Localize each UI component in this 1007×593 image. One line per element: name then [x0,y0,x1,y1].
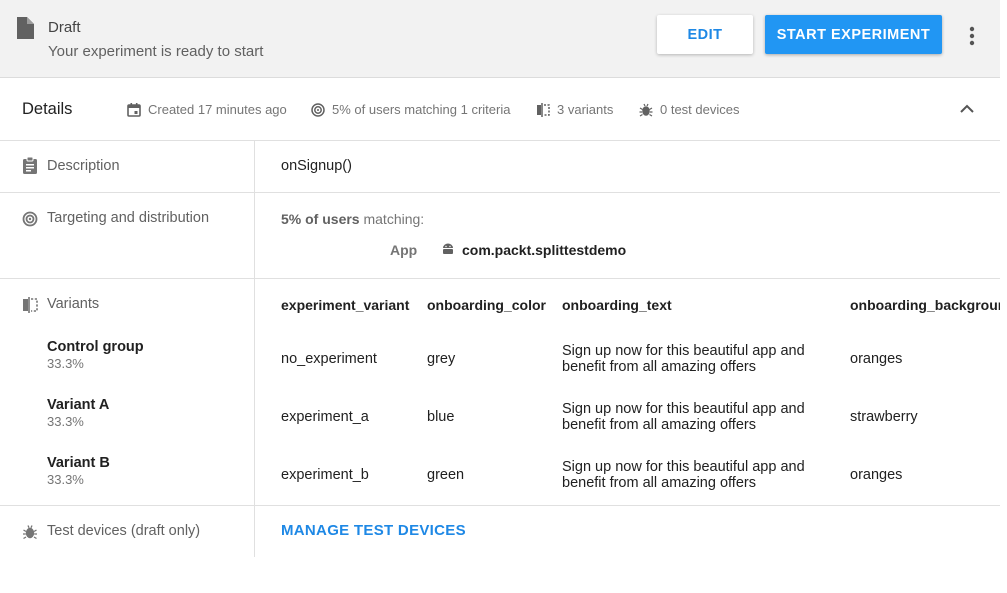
compare-icon [537,102,550,117]
details-title: Details [22,100,73,118]
app-label: App [390,242,418,258]
column-header: experiment_variant [281,297,410,313]
table-cell: Sign up now for this beautiful app and b… [562,401,805,433]
table-cell: blue [427,409,455,425]
experiment-header: Draft Your experiment is ready to start … [0,0,1000,78]
calendar-icon [127,102,141,117]
bug-icon [23,525,37,540]
manage-test-devices-link[interactable]: MANAGE TEST DEVICES [281,522,466,539]
target-icon [22,211,38,227]
clipboard-icon [23,157,37,174]
app-package: com.packt.splittestdemo [462,242,627,258]
compare-icon [23,297,38,313]
matching-text: matching: [363,211,425,227]
table-cell: green [427,467,465,483]
description-label: Description [47,158,120,174]
variant-percentage: 33.3% [47,414,84,429]
column-header: onboarding_color [427,297,546,313]
created-meta: Created 17 minutes ago [127,102,287,117]
created-text: Created 17 minutes ago [148,102,287,117]
table-cell: Sign up now for this beautiful app and b… [562,343,805,375]
variant-name: Control group [47,339,144,355]
start-experiment-button[interactable]: START EXPERIMENT [765,15,942,54]
variants-count-text: 3 variants [557,102,614,117]
test-devices-text: 0 test devices [660,102,740,117]
users-matching-text: 5% of users matching 1 criteria [332,102,511,117]
file-icon [17,17,34,39]
more-vert-icon[interactable] [962,24,982,48]
column-header: onboarding_text [562,297,672,313]
row-divider [0,505,1000,506]
table-cell: experiment_a [281,409,369,425]
targeting-summary: 5% of users matching: [281,211,424,227]
column-header: onboarding_background [850,297,1000,313]
target-icon [311,102,325,117]
variant-percentage: 33.3% [47,472,84,487]
variants-label: Variants [47,296,100,312]
table-cell: grey [427,351,456,367]
targeting-label: Targeting and distribution [47,210,210,226]
row-divider [0,278,1000,279]
table-cell: Sign up now for this beautiful app and b… [562,459,805,491]
users-percentage: 5% of users [281,211,360,227]
variant-percentage: 33.3% [47,356,84,371]
table-cell: no_experiment [281,351,377,367]
android-icon [443,243,453,254]
column-divider [254,141,255,557]
table-cell: experiment_b [281,467,369,483]
details-summary-bar[interactable]: Details Created 17 minutes ago 5% of use… [0,79,1000,141]
users-matching-meta: 5% of users matching 1 criteria [311,102,510,117]
status-title: Draft [48,19,81,36]
description-value: onSignup() [281,158,352,174]
row-divider [0,192,1000,193]
table-cell: oranges [850,467,903,483]
test-devices-label: Test devices (draft only) [47,523,201,539]
chevron-up-icon[interactable] [958,103,976,115]
variants-meta: 3 variants [536,102,613,117]
table-cell: strawberry [850,409,918,425]
table-cell: oranges [850,351,903,367]
bug-icon [639,103,653,117]
status-subtitle: Your experiment is ready to start [48,43,264,60]
variant-name: Variant A [47,397,110,413]
test-devices-meta: 0 test devices [639,102,740,117]
edit-button[interactable]: EDIT [657,15,753,54]
variant-name: Variant B [47,455,110,471]
